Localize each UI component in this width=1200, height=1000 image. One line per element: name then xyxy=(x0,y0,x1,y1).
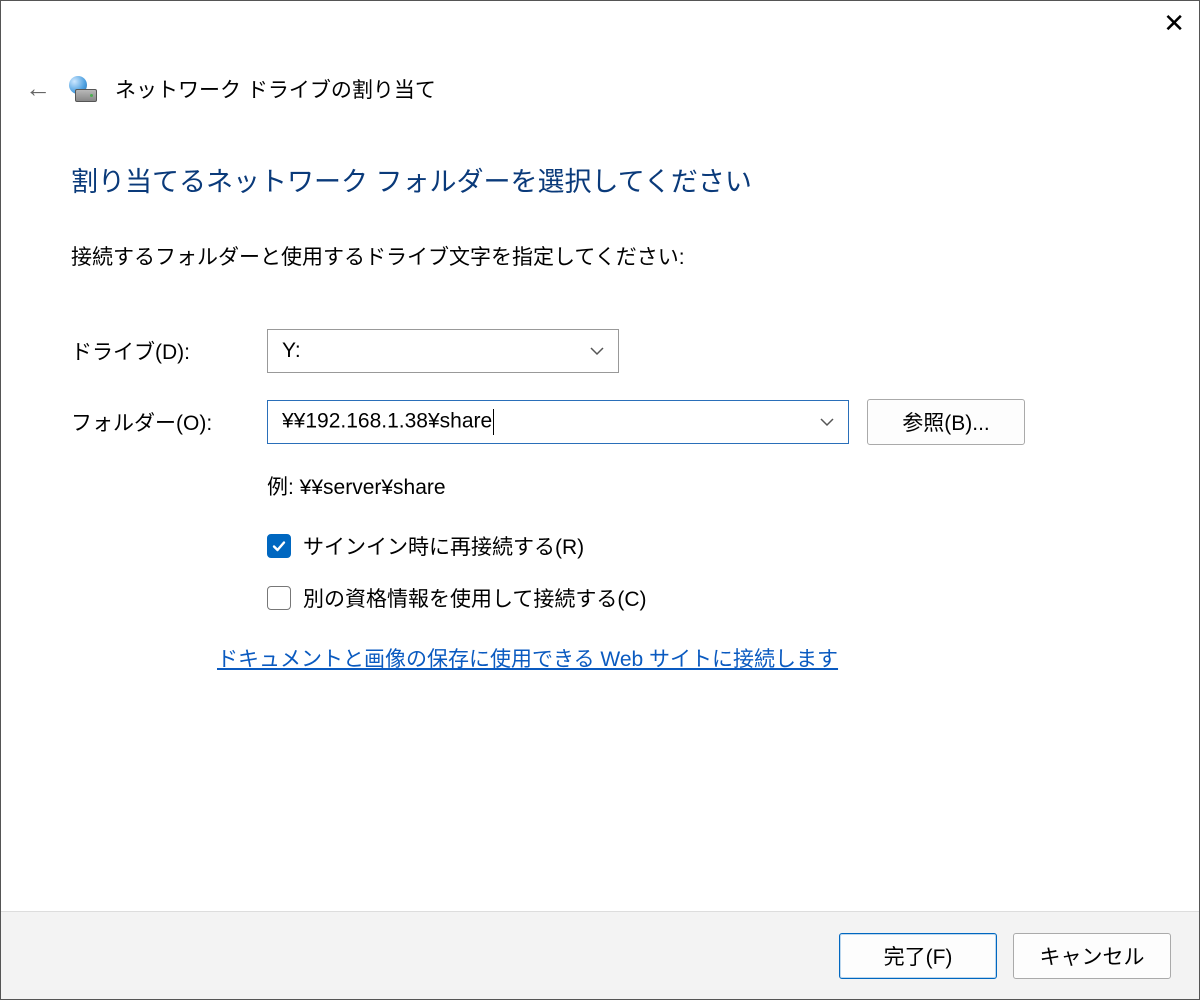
folder-label: フォルダー(O): xyxy=(71,407,267,437)
titlebar: ✕ xyxy=(1,1,1199,45)
drive-value: Y: xyxy=(282,339,301,363)
close-icon[interactable]: ✕ xyxy=(1163,10,1185,36)
folder-combobox[interactable]: ¥¥192.168.1.38¥share xyxy=(267,400,849,444)
wizard-header: ← ネットワーク ドライブの割り当て xyxy=(1,45,1199,104)
folder-row: フォルダー(O): ¥¥192.168.1.38¥share 参照(B)... xyxy=(71,399,1129,445)
example-text: 例: ¥¥server¥share xyxy=(267,471,1129,501)
reconnect-checkbox[interactable] xyxy=(267,534,291,558)
wizard-content: 割り当てるネットワーク フォルダーを選択してください 接続するフォルダーと使用す… xyxy=(1,104,1199,911)
credentials-checkbox[interactable] xyxy=(267,586,291,610)
chevron-down-icon xyxy=(590,343,604,359)
reconnect-label: サインイン時に再接続する(R) xyxy=(303,531,584,561)
page-heading: 割り当てるネットワーク フォルダーを選択してください xyxy=(71,160,1129,199)
browse-button[interactable]: 参照(B)... xyxy=(867,399,1025,445)
reconnect-row: サインイン時に再接続する(R) xyxy=(267,531,1129,561)
drive-label: ドライブ(D): xyxy=(71,336,267,366)
finish-button[interactable]: 完了(F) xyxy=(839,933,997,979)
back-arrow-icon[interactable]: ← xyxy=(25,73,51,104)
folder-value: ¥¥192.168.1.38¥share xyxy=(282,410,492,433)
wizard-window: ✕ ← ネットワーク ドライブの割り当て 割り当てるネットワーク フォルダーを選… xyxy=(0,0,1200,1000)
finish-label: 完了(F) xyxy=(884,941,953,971)
drive-select[interactable]: Y: xyxy=(267,329,619,373)
drive-row: ドライブ(D): Y: xyxy=(71,329,1129,373)
browse-label: 参照(B)... xyxy=(902,407,990,437)
wizard-title: ネットワーク ドライブの割り当て xyxy=(115,74,436,104)
wizard-footer: 完了(F) キャンセル xyxy=(1,911,1199,999)
chevron-down-icon xyxy=(820,414,834,430)
web-link-row: ドキュメントと画像の保存に使用できる Web サイトに接続します xyxy=(217,643,1129,673)
text-caret-icon xyxy=(493,409,494,435)
credentials-label: 別の資格情報を使用して接続する(C) xyxy=(303,583,647,613)
network-drive-icon xyxy=(69,76,97,102)
credentials-row: 別の資格情報を使用して接続する(C) xyxy=(267,583,1129,613)
cancel-label: キャンセル xyxy=(1040,941,1145,971)
cancel-button[interactable]: キャンセル xyxy=(1013,933,1171,979)
connect-website-link[interactable]: ドキュメントと画像の保存に使用できる Web サイトに接続します xyxy=(217,648,838,671)
instruction-text: 接続するフォルダーと使用するドライブ文字を指定してください: xyxy=(71,241,1129,271)
